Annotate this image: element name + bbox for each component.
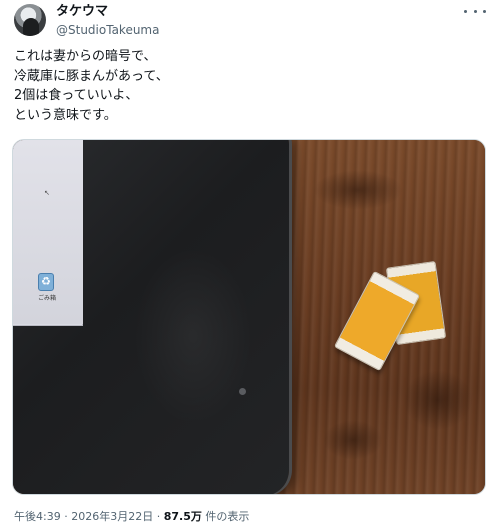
author-handle[interactable]: @StudioTakeuma <box>56 22 159 38</box>
more-horizontal-icon <box>464 9 467 13</box>
recycle-bin-icon: ♻ <box>38 273 54 291</box>
tweet-line: これは妻からの暗号で、 <box>14 49 157 64</box>
wood-grain <box>323 420 383 460</box>
view-label: 件の表示 <box>201 510 250 523</box>
tweet-meta: 午後4:39 · 2026年3月22日 · 87.5万 件の表示 <box>14 510 249 524</box>
meta-separator: · <box>60 510 72 523</box>
author-display-name[interactable]: タケウマ <box>56 4 159 20</box>
tweet-line: 冷蔵庫に豚まんがあって、 <box>14 68 169 84</box>
recycle-bin-label: ごみ箱 <box>38 295 57 302</box>
mouse-cursor-icon: ↖ <box>44 189 50 197</box>
camera-dot <box>239 388 246 395</box>
tweet-photo[interactable]: ↖ ♻ ごみ箱 <box>12 139 486 495</box>
meta-separator: · <box>153 510 164 523</box>
wood-grain <box>313 170 403 210</box>
tweet-header: タケウマ @StudioTakeuma <box>14 4 486 42</box>
wood-grain <box>403 370 473 430</box>
tweet-line: という意味です。 <box>14 107 117 123</box>
tweet-time[interactable]: 午後4:39 <box>14 510 61 523</box>
more-dot <box>473 9 477 13</box>
view-count: 87.5万 <box>163 510 202 523</box>
desktop-screen-area: ↖ ♻ ごみ箱 <box>13 140 83 324</box>
tablet-device: ↖ ♻ ごみ箱 <box>13 140 289 494</box>
tweet-text: これは妻からの暗号で、 冷蔵庫に豚まんがあって、 2個は食っていいよ、 という意… <box>14 47 484 125</box>
desktop-screen: ↖ ♻ ごみ箱 <box>13 140 83 326</box>
avatar[interactable] <box>14 4 46 36</box>
author-block: タケウマ @StudioTakeuma <box>56 4 159 38</box>
more-dot <box>483 9 486 13</box>
tablet-glare <box>133 246 253 426</box>
more-options-button[interactable] <box>464 4 486 18</box>
tweet-line: 2個は食っていいよ、 <box>14 88 139 103</box>
avatar-silhouette <box>23 18 39 36</box>
tweet-date[interactable]: 2026年3月22日 <box>71 510 153 523</box>
